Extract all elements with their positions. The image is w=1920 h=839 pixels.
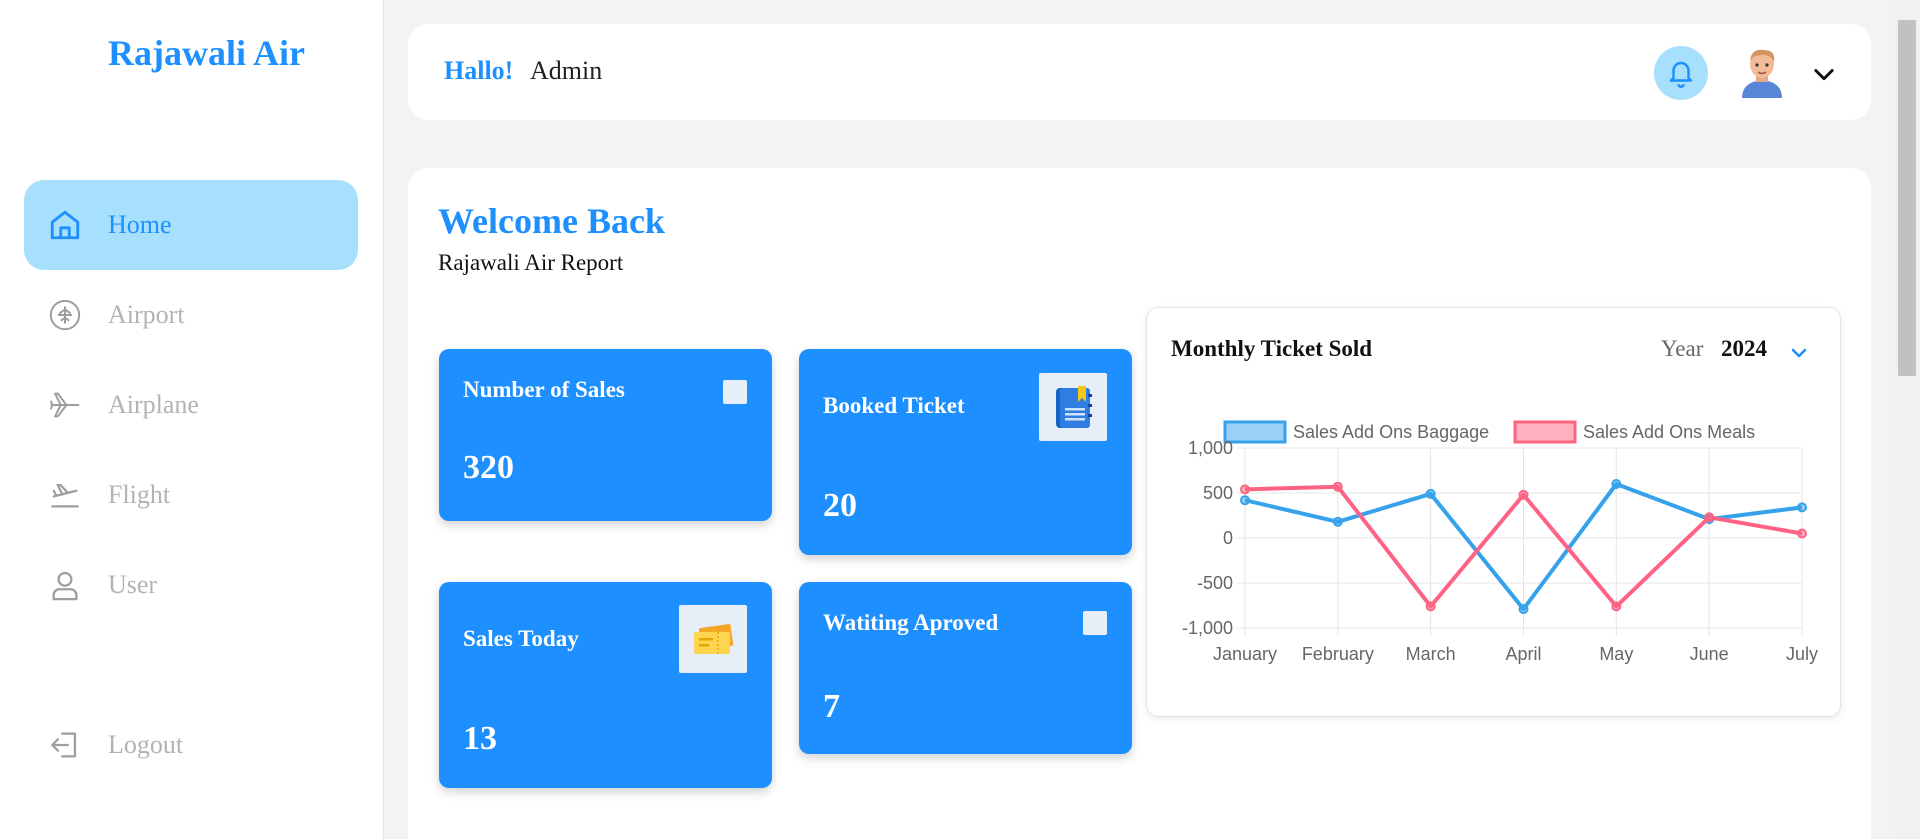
sidebar: Rajawali Air Home Airport Airplane Fligh… xyxy=(0,0,384,839)
monthly-ticket-chart-card: Monthly Ticket Sold Year 2024 Sales Add … xyxy=(1146,307,1841,717)
chevron-down-icon xyxy=(1814,69,1834,81)
y-tick-label: -1,000 xyxy=(1182,618,1233,638)
sidebar-item-label: Home xyxy=(108,210,172,239)
top-bar: Hallo! Admin xyxy=(408,24,1871,120)
chart-title: Monthly Ticket Sold xyxy=(1171,336,1373,361)
logout-icon xyxy=(48,728,82,762)
sidebar-item-home[interactable]: Home xyxy=(24,180,358,270)
sidebar-item-label: User xyxy=(108,570,158,599)
page-title: Welcome Back xyxy=(438,201,665,241)
stat-card-sales-today[interactable]: Sales Today 13 xyxy=(439,582,772,788)
data-point xyxy=(1611,479,1622,489)
placeholder-icon xyxy=(1083,611,1107,635)
flight-departure-icon xyxy=(48,478,82,512)
y-tick-label: 0 xyxy=(1223,528,1233,548)
ticket-icon xyxy=(679,605,747,673)
x-tick-label: June xyxy=(1690,644,1729,664)
data-point xyxy=(1332,516,1343,527)
data-point xyxy=(1518,489,1529,500)
x-tick-label: March xyxy=(1406,644,1456,664)
x-tick-label: July xyxy=(1786,644,1818,664)
line-chart: Sales Add Ons Baggage Sales Add Ons Meals… xyxy=(1182,420,1818,664)
logout-label: Logout xyxy=(108,730,184,759)
card-title: Watiting Aproved xyxy=(823,610,999,635)
stat-card-booked-ticket[interactable]: Booked Ticket 20 xyxy=(799,349,1132,555)
year-dropdown-chevron[interactable] xyxy=(1787,341,1811,365)
sidebar-item-airport[interactable]: Airport xyxy=(24,270,358,360)
year-label: Year xyxy=(1661,336,1704,361)
data-point xyxy=(1611,601,1622,612)
placeholder-icon xyxy=(723,380,747,404)
page-scrollbar[interactable] xyxy=(1894,0,1920,839)
sidebar-item-label: Airplane xyxy=(108,390,199,419)
legend-label: Sales Add Ons Meals xyxy=(1583,422,1755,442)
profile-menu-chevron[interactable] xyxy=(1810,60,1838,88)
page-subtitle: Rajawali Air Report xyxy=(438,250,624,275)
stat-card-number-of-sales[interactable]: Number of Sales 320 xyxy=(439,349,772,521)
year-select[interactable]: 2024 xyxy=(1721,336,1767,362)
y-tick-label: -500 xyxy=(1197,573,1233,593)
card-value: 7 xyxy=(823,688,840,725)
avatar[interactable] xyxy=(1734,44,1790,100)
x-tick-label: May xyxy=(1599,644,1633,664)
x-tick-label: January xyxy=(1213,644,1277,664)
legend-swatch xyxy=(1223,420,1287,444)
data-point xyxy=(1332,481,1343,492)
y-tick-label: 1,000 xyxy=(1188,438,1233,458)
stat-card-waiting-approved[interactable]: Watiting Aproved 7 xyxy=(799,582,1132,754)
sidebar-item-flight[interactable]: Flight xyxy=(24,450,358,540)
dashboard-panel: Welcome Back Rajawali Air Report Number … xyxy=(408,168,1871,839)
data-point xyxy=(1240,484,1250,495)
data-point xyxy=(1425,601,1436,612)
card-title: Sales Today xyxy=(463,626,579,651)
x-tick-label: April xyxy=(1505,644,1541,664)
sidebar-item-label: Airport xyxy=(108,300,185,329)
sidebar-item-label: Flight xyxy=(108,480,171,509)
bell-icon xyxy=(1669,61,1693,88)
card-title: Number of Sales xyxy=(463,377,625,402)
legend-label: Sales Add Ons Baggage xyxy=(1293,422,1489,442)
scrollbar-thumb[interactable] xyxy=(1898,20,1916,376)
user-icon xyxy=(48,568,82,602)
data-point xyxy=(1704,512,1715,523)
airplane-icon xyxy=(48,388,82,422)
username: Admin xyxy=(530,56,603,85)
card-value: 13 xyxy=(463,720,497,757)
home-icon xyxy=(48,208,82,242)
card-value: 320 xyxy=(463,449,514,486)
data-point xyxy=(1425,488,1436,499)
data-point xyxy=(1518,604,1529,615)
card-title: Booked Ticket xyxy=(823,393,965,418)
brand-logo[interactable]: Rajawali Air xyxy=(108,32,305,74)
app-root: Rajawali Air Home Airport Airplane Fligh… xyxy=(0,0,1920,839)
logout-button[interactable]: Logout xyxy=(24,700,358,790)
data-point xyxy=(1240,495,1250,506)
sidebar-item-airplane[interactable]: Airplane xyxy=(24,360,358,450)
greeting: Hallo! xyxy=(444,56,514,85)
legend-swatch xyxy=(1513,420,1577,444)
notebook-icon xyxy=(1039,373,1107,441)
y-tick-label: 500 xyxy=(1203,483,1233,503)
airport-icon xyxy=(48,298,82,332)
x-tick-label: February xyxy=(1302,644,1374,664)
data-point xyxy=(1797,502,1807,513)
sidebar-item-user[interactable]: User xyxy=(24,540,358,630)
data-point xyxy=(1797,528,1807,539)
notification-button[interactable] xyxy=(1654,46,1708,100)
card-value: 20 xyxy=(823,487,857,524)
chevron-down-icon xyxy=(1791,348,1807,358)
